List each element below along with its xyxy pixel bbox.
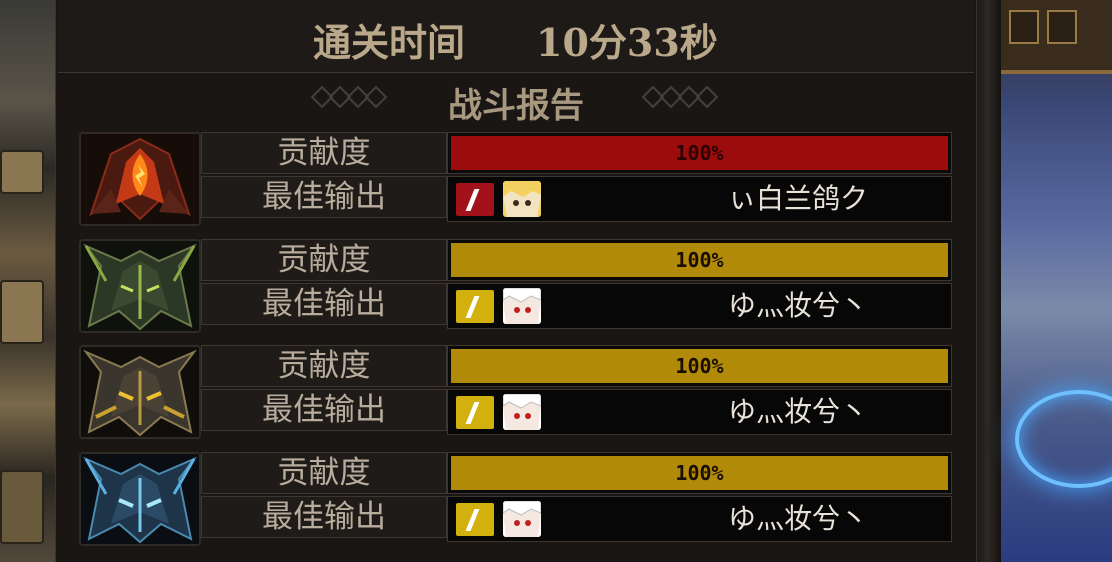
- player-row-3: 贡献度 最佳输出 100% ゆ灬妆兮丶: [79, 345, 952, 439]
- avatar: [79, 132, 201, 226]
- class-icon: [456, 183, 494, 216]
- player-row-4: 贡献度 最佳输出 100% ゆ灬妆兮丶: [79, 452, 952, 546]
- battle-report-panel: 通关时间 10分33秒 战斗报告 贡献度 最佳输出 100% ぃ白兰鸽ク 贡献度…: [55, 0, 977, 562]
- contribution-value: 100%: [675, 248, 724, 272]
- contribution-bar: 100%: [451, 243, 948, 277]
- crate-prop: [0, 280, 44, 344]
- section-title: 战斗报告: [448, 86, 584, 126]
- white-hair-character-icon: [503, 288, 541, 324]
- window-decoration: [1047, 10, 1077, 44]
- green-horned-helmet-icon: [81, 241, 199, 331]
- player-row-1: 贡献度 最佳输出 100% ぃ白兰鸽ク: [79, 132, 952, 226]
- best-output-label: 最佳输出: [201, 496, 447, 538]
- clear-time-value: 10分33秒: [536, 20, 718, 65]
- best-output-cell: ぃ白兰鸽ク: [447, 176, 952, 222]
- stone-pillar: [975, 0, 1001, 562]
- building-arch: [1001, 0, 1112, 74]
- avatar: [79, 452, 201, 546]
- white-hair-character-icon: [503, 501, 541, 537]
- crate-prop: [0, 470, 44, 544]
- contribution-value: 100%: [675, 354, 724, 378]
- contribution-bar: 100%: [451, 136, 948, 170]
- best-output-player-name: ゆ灬妆兮丶: [727, 289, 868, 322]
- ornament-right-icon: [640, 85, 720, 109]
- red-flame-helmet-icon: [81, 134, 199, 224]
- best-output-player-name: ゆ灬妆兮丶: [727, 502, 868, 535]
- best-output-cell: ゆ灬妆兮丶: [447, 389, 952, 435]
- best-output-label: 最佳输出: [201, 283, 447, 325]
- class-icon: [456, 290, 494, 323]
- best-output-label: 最佳输出: [201, 176, 447, 218]
- class-icon: [456, 396, 494, 429]
- contribution-cell: 100%: [447, 345, 952, 387]
- crate-prop: [0, 150, 44, 194]
- contribution-label: 贡献度: [201, 345, 447, 387]
- avatar: [79, 345, 201, 439]
- best-output-label: 最佳输出: [201, 389, 447, 431]
- blue-portal: [1015, 390, 1112, 488]
- clear-time-header: 通关时间 10分33秒: [58, 0, 974, 73]
- white-hair-character-icon: [503, 394, 541, 430]
- best-output-player-name: ゆ灬妆兮丶: [727, 395, 868, 428]
- contribution-label: 贡献度: [201, 239, 447, 281]
- best-output-player-name: ぃ白兰鸽ク: [727, 182, 868, 215]
- contribution-bar: 100%: [451, 456, 948, 490]
- avatar: [79, 239, 201, 333]
- window-decoration: [1009, 10, 1039, 44]
- blonde-character-icon: [503, 181, 541, 217]
- best-output-cell: ゆ灬妆兮丶: [447, 496, 952, 542]
- contribution-cell: 100%: [447, 452, 952, 494]
- best-output-cell: ゆ灬妆兮丶: [447, 283, 952, 329]
- game-background-right: [975, 0, 1112, 562]
- contribution-value: 100%: [675, 461, 724, 485]
- contribution-value: 100%: [675, 141, 724, 165]
- player-row-2: 贡献度 最佳输出 100% ゆ灬妆兮丶: [79, 239, 952, 333]
- gold-horned-helmet-icon: [81, 347, 199, 437]
- game-background-left: [0, 0, 60, 562]
- contribution-bar: 100%: [451, 349, 948, 383]
- class-icon: [456, 503, 494, 536]
- contribution-cell: 100%: [447, 239, 952, 281]
- contribution-label: 贡献度: [201, 132, 447, 174]
- blue-horned-helmet-icon: [81, 454, 199, 544]
- contribution-label: 贡献度: [201, 452, 447, 494]
- contribution-cell: 100%: [447, 132, 952, 174]
- clear-time-label: 通关时间: [313, 20, 466, 65]
